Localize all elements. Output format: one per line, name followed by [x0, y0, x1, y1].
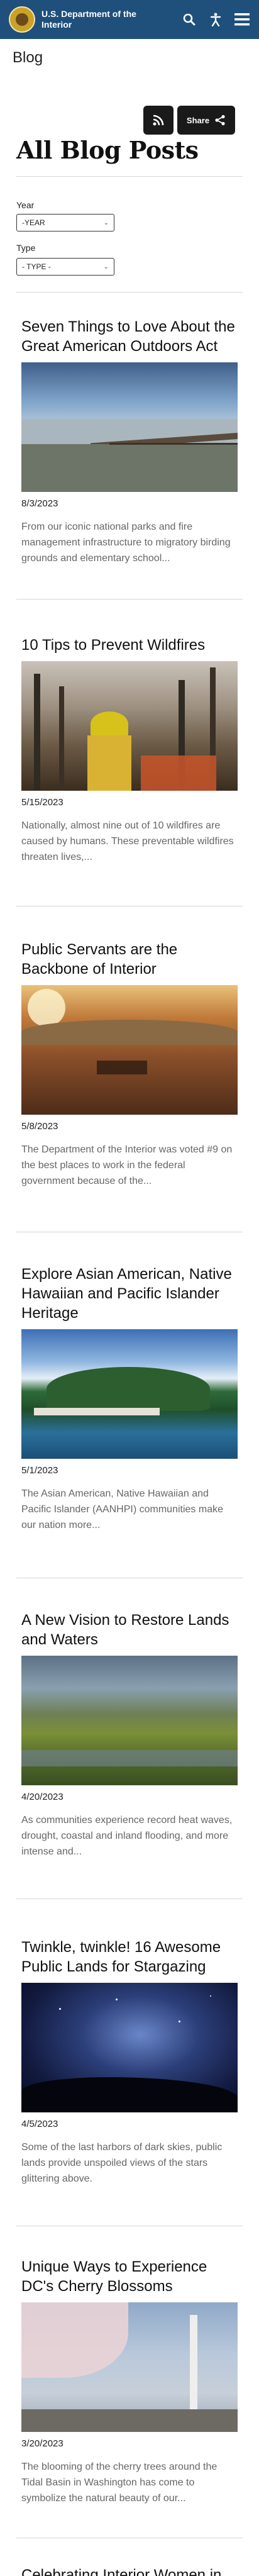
page-title: All Blog Posts	[16, 136, 199, 164]
share-toolbar: Share	[143, 106, 235, 135]
post-summary: Nationally, almost nine out of 10 wildfi…	[21, 820, 234, 862]
blog-post-card: Seven Things to Love About the Great Ame…	[21, 317, 238, 566]
post-summary: The Asian American, Native Hawaiian and …	[21, 1488, 223, 1531]
post-title-link[interactable]: A New Vision to Restore Lands and Waters	[21, 1610, 238, 1649]
year-filter-label: Year	[16, 200, 35, 210]
post-image[interactable]	[21, 985, 238, 1115]
type-filter-label: Type	[16, 243, 36, 253]
search-icon[interactable]	[181, 11, 197, 28]
blog-post-card: Unique Ways to Experience DC's Cherry Bl…	[21, 2257, 238, 2506]
department-seal-logo[interactable]	[9, 6, 35, 33]
blog-post-card: A New Vision to Restore Lands and Waters…	[21, 1610, 238, 1860]
post-summary: From our iconic national parks and fire …	[21, 521, 231, 564]
post-summary: As communities experience record heat wa…	[21, 1815, 233, 1857]
post-image[interactable]	[21, 1329, 238, 1459]
chevron-down-icon: ⌄	[103, 263, 109, 270]
share-icon	[215, 114, 225, 126]
blog-post-card: Explore Asian American, Native Hawaiian …	[21, 1264, 238, 1533]
blog-post-card: 10 Tips to Prevent Wildfires 5/15/2023 N…	[21, 635, 238, 865]
rss-icon	[153, 114, 164, 126]
divider	[16, 292, 243, 293]
menu-icon[interactable]	[234, 11, 250, 28]
year-select[interactable]: -YEAR ⌄	[16, 214, 114, 231]
divider	[16, 176, 243, 177]
post-image[interactable]	[21, 2302, 238, 2432]
post-image[interactable]	[21, 1983, 238, 2112]
blog-post-card: Public Servants are the Backbone of Inte…	[21, 940, 238, 1189]
site-header: U.S. Department of the Interior	[0, 0, 259, 39]
post-date: 8/3/2023	[21, 498, 58, 509]
breadcrumb-label: Blog	[13, 49, 43, 66]
post-date: 5/15/2023	[21, 797, 63, 808]
type-select-value: - TYPE -	[22, 262, 51, 271]
post-image[interactable]	[21, 661, 238, 791]
post-title-link[interactable]: 10 Tips to Prevent Wildfires	[21, 635, 238, 655]
blog-post-card: Celebrating Interior Women in	[21, 2565, 238, 2576]
post-date: 3/20/2023	[21, 2438, 63, 2449]
post-date: 4/5/2023	[21, 2119, 58, 2129]
post-title-link[interactable]: Seven Things to Love About the Great Ame…	[21, 317, 238, 356]
post-date: 5/8/2023	[21, 1121, 58, 1132]
type-select[interactable]: - TYPE - ⌄	[16, 258, 114, 276]
chevron-down-icon: ⌄	[103, 219, 109, 226]
post-summary: Some of the last harbors of dark skies, …	[21, 2142, 223, 2184]
post-image[interactable]	[21, 362, 238, 492]
post-date: 4/20/2023	[21, 1792, 63, 1802]
accessibility-icon[interactable]	[207, 11, 224, 28]
blog-post-card: Twinkle, twinkle! 16 Awesome Public Land…	[21, 1938, 238, 2187]
share-label: Share	[186, 115, 210, 125]
year-select-value: -YEAR	[22, 218, 45, 227]
post-summary: The blooming of the cherry trees around …	[21, 2462, 218, 2504]
post-title-link[interactable]: Explore Asian American, Native Hawaiian …	[21, 1264, 238, 1323]
post-date: 5/1/2023	[21, 1465, 58, 1476]
post-image[interactable]	[21, 1656, 238, 1785]
share-button[interactable]: Share	[177, 106, 235, 135]
rss-button[interactable]	[143, 106, 174, 135]
post-title-link[interactable]: Unique Ways to Experience DC's Cherry Bl…	[21, 2257, 238, 2296]
post-title-link[interactable]: Celebrating Interior Women in	[21, 2565, 238, 2576]
site-name[interactable]: U.S. Department of the Interior	[41, 9, 148, 30]
post-title-link[interactable]: Public Servants are the Backbone of Inte…	[21, 940, 238, 979]
post-summary: The Department of the Interior was voted…	[21, 1144, 233, 1186]
post-title-link[interactable]: Twinkle, twinkle! 16 Awesome Public Land…	[21, 1938, 238, 1977]
